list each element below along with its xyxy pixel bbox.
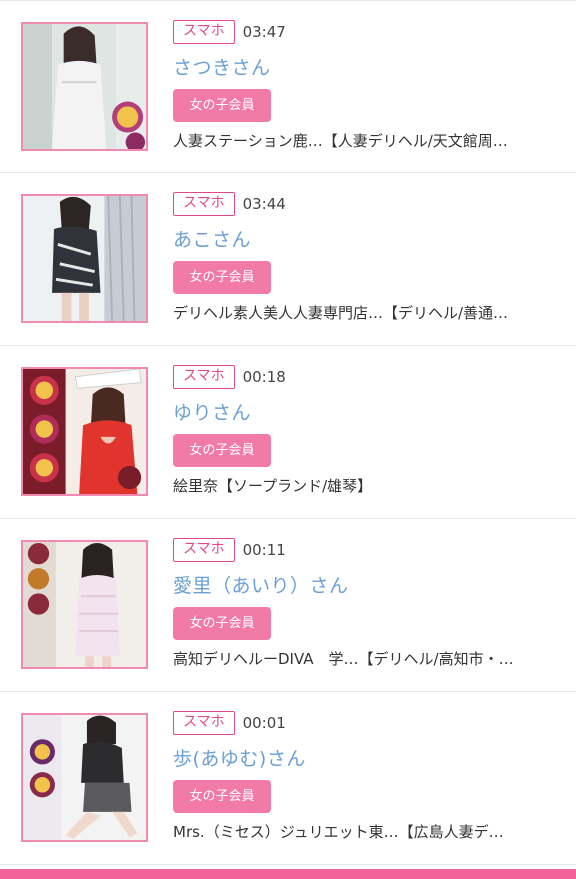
member-type-badge: 女の子会員 [173, 261, 271, 294]
device-badge: スマホ [173, 711, 235, 735]
profile-thumbnail[interactable] [21, 367, 148, 496]
profile-photo-icon [23, 196, 146, 321]
member-name-link[interactable]: 愛里（あいり）さん [173, 571, 349, 598]
shop-info-link[interactable]: 絵里奈【ソープランド/雄琴】 [173, 475, 558, 496]
login-time: 00:11 [242, 541, 286, 559]
list-item[interactable]: スマホ 00:01 歩(あゆむ)さん 女の子会員 Mrs.（ミセス）ジュリエット… [0, 692, 576, 865]
profile-photo-icon [23, 715, 146, 840]
shop-info-link[interactable]: 人妻ステーション鹿…【人妻デリヘル/天文館周… [173, 130, 558, 151]
bottom-accent-bar [0, 869, 576, 879]
list-item[interactable]: スマホ 03:44 あこさん 女の子会員 デリヘル素人美人人妻専門店…【デリヘル… [0, 173, 576, 346]
member-name-link[interactable]: さつきさん [173, 53, 271, 80]
profile-thumbnail[interactable] [21, 540, 148, 669]
member-type-badge: 女の子会員 [173, 607, 271, 640]
list-item[interactable]: スマホ 03:47 さつきさん 女の子会員 人妻ステーション鹿…【人妻デリヘル/… [0, 0, 576, 173]
member-type-badge: 女の子会員 [173, 434, 271, 467]
device-badge: スマホ [173, 20, 235, 44]
member-name-link[interactable]: あこさん [173, 225, 251, 252]
member-name-link[interactable]: 歩(あゆむ)さん [173, 744, 306, 771]
member-type-badge: 女の子会員 [173, 89, 271, 122]
login-time: 03:47 [242, 23, 286, 41]
login-meta: スマホ 03:44 [173, 192, 286, 216]
recent-login-list: スマホ 03:47 さつきさん 女の子会員 人妻ステーション鹿…【人妻デリヘル/… [0, 0, 576, 865]
login-time: 00:01 [242, 714, 286, 732]
shop-info-link[interactable]: Mrs.（ミセス）ジュリエット東…【広島人妻デ… [173, 821, 558, 842]
member-name-link[interactable]: ゆりさん [173, 398, 251, 425]
list-item[interactable]: スマホ 00:18 ゆりさん 女の子会員 絵里奈【ソープランド/雄琴】 [0, 346, 576, 519]
login-meta: スマホ 00:11 [173, 538, 286, 562]
device-badge: スマホ [173, 365, 235, 389]
profile-thumbnail[interactable] [21, 713, 148, 842]
profile-photo-icon [23, 24, 146, 149]
member-type-badge: 女の子会員 [173, 780, 271, 813]
login-time: 00:18 [242, 368, 286, 386]
profile-photo-icon [23, 542, 146, 667]
login-time: 03:44 [242, 195, 286, 213]
device-badge: スマホ [173, 538, 235, 562]
profile-thumbnail[interactable] [21, 22, 148, 151]
shop-info-link[interactable]: デリヘル素人美人人妻専門店…【デリヘル/善通… [173, 302, 558, 323]
login-meta: スマホ 00:18 [173, 365, 286, 389]
shop-info-link[interactable]: 高知デリヘルーDIVA 学…【デリヘル/高知市・… [173, 648, 558, 669]
list-item[interactable]: スマホ 00:11 愛里（あいり）さん 女の子会員 高知デリヘルーDIVA 学…… [0, 519, 576, 692]
profile-thumbnail[interactable] [21, 194, 148, 323]
login-meta: スマホ 03:47 [173, 20, 286, 44]
device-badge: スマホ [173, 192, 235, 216]
login-meta: スマホ 00:01 [173, 711, 286, 735]
profile-photo-icon [23, 369, 146, 494]
